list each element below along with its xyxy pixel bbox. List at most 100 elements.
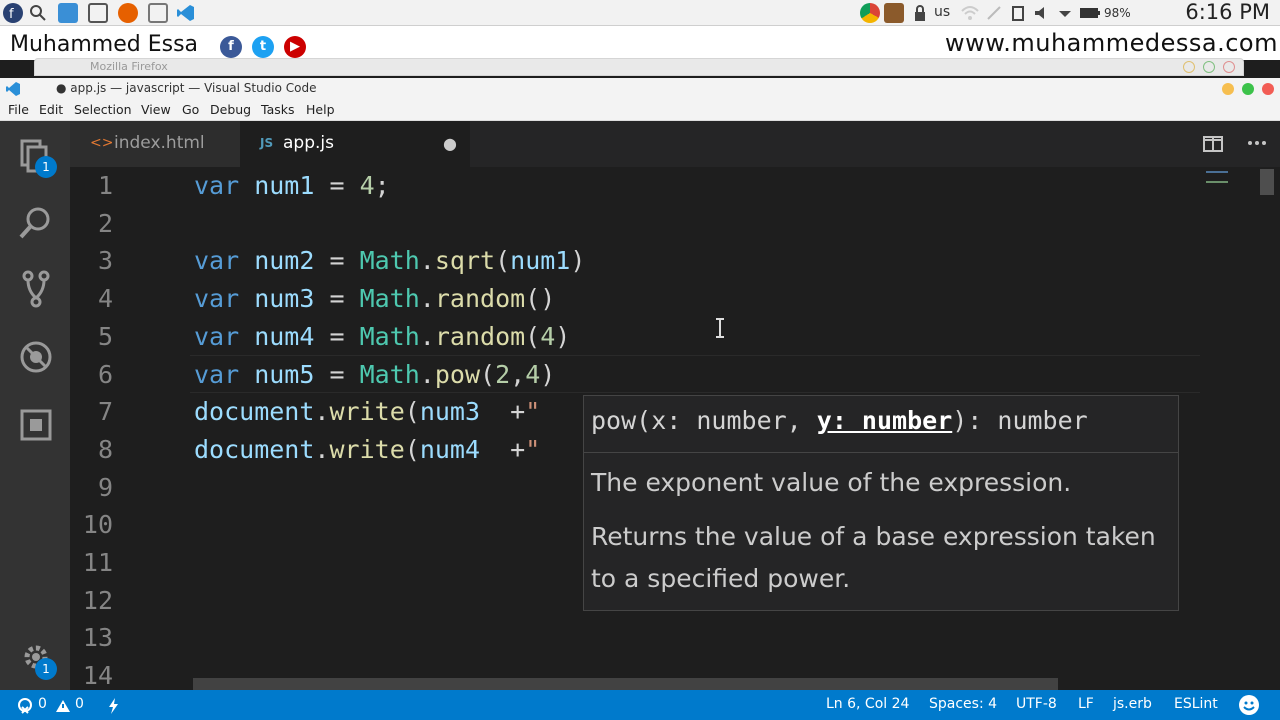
code-token: num3 <box>239 284 315 314</box>
code-token: var <box>194 246 240 276</box>
battery-icon[interactable] <box>1079 3 1100 23</box>
end-of-line[interactable]: LF <box>1078 696 1094 712</box>
code-token: var <box>194 171 240 200</box>
code-line[interactable]: 2 <box>70 205 1200 243</box>
split-editor-icon[interactable] <box>1203 135 1223 153</box>
tab-app-js[interactable]: JS app.js ● <box>240 121 470 167</box>
error-icon[interactable] <box>18 698 32 714</box>
function-doc: Returns the value of a base expression t… <box>591 522 1156 593</box>
firefox-icon[interactable] <box>118 3 138 23</box>
code-token: 4 <box>540 321 556 351</box>
menu-tasks[interactable]: Tasks <box>261 102 295 117</box>
more-actions-icon[interactable] <box>1246 133 1268 153</box>
code-token: num4 <box>419 434 481 464</box>
chevron-down-icon[interactable] <box>1055 3 1075 23</box>
menu-help[interactable]: Help <box>306 102 335 117</box>
lightning-icon[interactable] <box>107 698 119 714</box>
menu-edit[interactable]: Edit <box>39 102 63 117</box>
minimize-button[interactable] <box>1183 61 1195 73</box>
minimap-scroll-thumb[interactable] <box>1260 169 1274 195</box>
code-token: ) <box>570 246 586 276</box>
code-token: ( <box>495 246 511 276</box>
twitter-icon: t <box>252 36 274 58</box>
line-number: 1 <box>97 171 113 200</box>
minimap[interactable] <box>1200 167 1280 690</box>
code-line[interactable]: 1 var num1 = 4; <box>70 167 1200 205</box>
code-token: num3 <box>419 397 481 427</box>
code-token: . <box>314 434 330 464</box>
code-line[interactable]: 3 var num2 = Math.sqrt(num1) <box>70 242 1200 280</box>
clock[interactable]: 6:16 PM <box>1185 0 1270 24</box>
code-token: 4 <box>525 359 541 389</box>
code-token: var <box>194 321 240 351</box>
minimize-button[interactable] <box>1222 83 1234 95</box>
battery-percent: 98% <box>1104 6 1131 20</box>
firefox-window-bar[interactable]: Mozilla Firefox <box>34 58 1244 76</box>
vscode-logo-icon <box>5 81 21 97</box>
code-token: = <box>314 321 360 351</box>
close-button[interactable] <box>1223 61 1235 73</box>
language-mode[interactable]: js.erb <box>1113 696 1152 712</box>
menu-view[interactable]: View <box>141 102 171 117</box>
minimap-preview <box>1206 171 1228 183</box>
code-token: ( <box>480 359 496 389</box>
code-token: write <box>329 434 405 464</box>
source-control-icon[interactable] <box>16 269 56 309</box>
screen-icon[interactable] <box>88 3 108 23</box>
warning-icon[interactable] <box>55 698 71 712</box>
linter[interactable]: ESLint <box>1174 696 1218 712</box>
chrome-icon[interactable] <box>860 3 880 23</box>
vscode-icon[interactable] <box>176 3 196 23</box>
cursor-position[interactable]: Ln 6, Col 24 <box>826 696 909 712</box>
code-line[interactable]: 13 <box>70 619 1200 657</box>
tab-bar: <> index.html JS app.js ● <box>70 121 1280 167</box>
signature: pow(x: number, y: number): number <box>591 406 1088 435</box>
extensions-icon[interactable] <box>16 405 56 445</box>
fedora-logo-icon[interactable]: f <box>3 3 23 23</box>
code-line[interactable]: 6 var num5 = Math.pow(2,4) <box>70 356 1200 394</box>
code-line[interactable]: 4 var num3 = Math.random() <box>70 280 1200 318</box>
menu-selection[interactable]: Selection <box>74 102 132 117</box>
menu-file[interactable]: File <box>8 102 29 117</box>
unsaved-dot-icon[interactable]: ● <box>443 134 457 153</box>
wifi-icon[interactable] <box>960 3 980 23</box>
search-icon[interactable] <box>16 203 56 243</box>
menu-debug[interactable]: Debug <box>210 102 251 117</box>
code-token: num5 <box>239 359 315 389</box>
maximize-button[interactable] <box>1203 61 1215 73</box>
code-token: . <box>419 359 435 389</box>
maximize-button[interactable] <box>1242 83 1254 95</box>
code-token: = <box>314 246 360 276</box>
search-icon[interactable] <box>28 3 48 23</box>
activity-bar: 1 1 <box>0 121 70 690</box>
code-token: 2 <box>495 359 511 389</box>
debug-icon[interactable] <box>16 337 56 377</box>
code-token: pow <box>434 359 481 389</box>
volume-icon[interactable] <box>1032 3 1052 23</box>
encoding[interactable]: UTF-8 <box>1016 696 1057 712</box>
lock-icon[interactable] <box>910 3 930 23</box>
code-line[interactable]: 5 var num4 = Math.random(4) <box>70 318 1200 356</box>
code-token: ) <box>540 359 556 389</box>
network-icon[interactable] <box>984 3 1004 23</box>
code-token: ( <box>404 397 420 427</box>
warning-count[interactable]: 0 <box>75 696 84 712</box>
horizontal-scrollbar[interactable] <box>193 678 1058 690</box>
tab-index-html[interactable]: <> index.html <box>70 121 240 167</box>
close-button[interactable] <box>1262 83 1274 95</box>
files-icon[interactable] <box>58 3 78 23</box>
error-count[interactable]: 0 <box>38 696 47 712</box>
code-token: ) <box>555 321 571 351</box>
feedback-smiley-icon[interactable] <box>1239 695 1259 715</box>
code-token: var <box>194 359 240 389</box>
keyboard-layout[interactable]: us <box>934 4 950 20</box>
clipboard-icon[interactable] <box>1008 3 1028 23</box>
app-icon[interactable] <box>884 3 904 23</box>
menu-go[interactable]: Go <box>182 102 199 117</box>
settings-badge: 1 <box>35 658 57 680</box>
line-code: var num2 = Math.sqrt(num1) <box>194 242 585 280</box>
mouse-ibeam-cursor <box>715 318 725 338</box>
indentation[interactable]: Spaces: 4 <box>929 696 997 712</box>
image-viewer-icon[interactable] <box>148 3 168 23</box>
line-number: 4 <box>97 284 113 314</box>
